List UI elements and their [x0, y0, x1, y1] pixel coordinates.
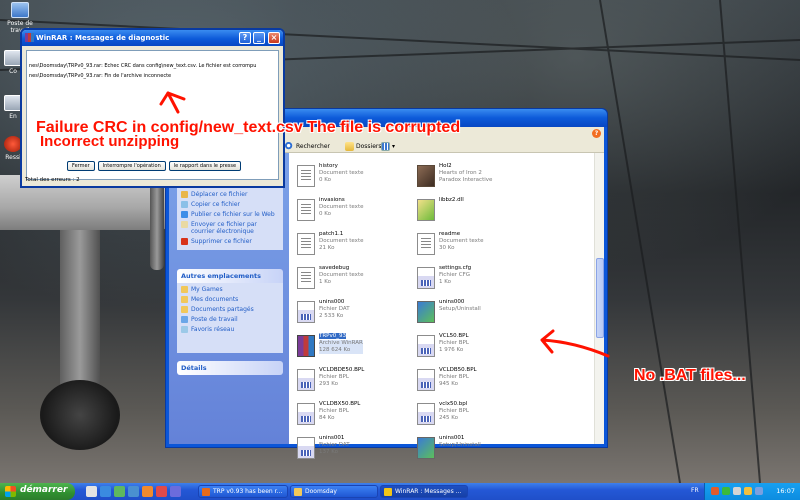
quicklaunch-ie-icon[interactable]: [100, 486, 111, 497]
taskbar-item-firefox[interactable]: TRP v0.93 has been r...: [198, 485, 288, 498]
arrow-up-to-dialog: [159, 91, 186, 114]
tray-app-icon[interactable]: [744, 487, 752, 495]
tray-app-icon[interactable]: [755, 487, 763, 495]
start-button[interactable]: démarrer: [0, 483, 75, 500]
quicklaunch-app-icon[interactable]: [156, 486, 167, 497]
start-label: démarrer: [20, 485, 68, 495]
taskbar-item-doomsday[interactable]: Doomsday: [290, 485, 378, 498]
browser-icon: [202, 488, 210, 496]
folder-icon: [294, 488, 302, 496]
tray-network-icon[interactable]: [722, 487, 730, 495]
taskbar-item-label: Doomsday: [305, 488, 337, 495]
language-indicator[interactable]: FR: [691, 487, 699, 494]
warning-icon: [384, 488, 392, 496]
arrow-to-file-list: [540, 329, 610, 358]
taskbar-item-winrar[interactable]: WinRAR : Messages ...: [380, 485, 468, 498]
quicklaunch-app-icon[interactable]: [170, 486, 181, 497]
quicklaunch-media-icon[interactable]: [114, 486, 125, 497]
quicklaunch-explorer-icon[interactable]: [128, 486, 139, 497]
taskbar-item-label: WinRAR : Messages ...: [395, 488, 462, 495]
quicklaunch-app-icon[interactable]: [142, 486, 153, 497]
tray-volume-icon[interactable]: [733, 487, 741, 495]
annotation-arrows: [159, 91, 610, 358]
quicklaunch-desktop-icon[interactable]: [86, 486, 97, 497]
tray-app-icon[interactable]: [711, 487, 719, 495]
taskbar: démarrer TRP v0.93 has been r... Doomsda…: [0, 483, 800, 500]
system-tray: FR 16:07: [691, 483, 800, 500]
windows-flag-icon: [5, 486, 16, 497]
taskbar-item-label: TRP v0.93 has been r...: [213, 488, 283, 495]
clock[interactable]: 16:07: [776, 487, 795, 495]
